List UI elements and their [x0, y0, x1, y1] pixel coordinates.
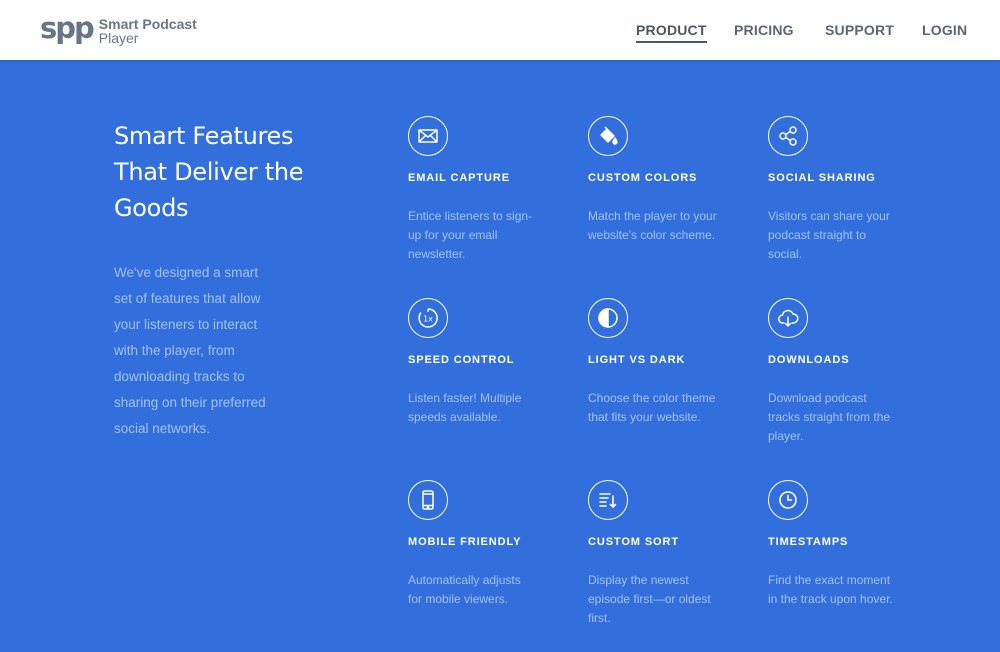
speed-icon: 1x: [408, 298, 448, 338]
logo-line-1: Smart Podcast: [98, 16, 197, 32]
feature-description: Display the newest episode first—or olde…: [588, 573, 711, 625]
section-heading: Smart Features That Deliver the Goods: [114, 122, 304, 222]
intro-section: Smart Features That Deliver the Goods We…: [114, 118, 334, 442]
speed-label: 1x: [423, 315, 433, 324]
nav-login[interactable]: LOGIN: [922, 22, 967, 38]
feature-description: Find the exact moment in the track upon …: [768, 573, 893, 606]
feature-description: Choose the color theme that fits your we…: [588, 391, 716, 424]
paint-bucket-icon: [588, 116, 628, 156]
feature-title: CUSTOM COLORS: [588, 172, 698, 184]
feature-description: Automatically adjusts for mobile viewers…: [408, 573, 521, 606]
feature-description: Match the player to your website's color…: [588, 209, 717, 242]
feature-title: CUSTOM SORT: [588, 536, 679, 548]
nav-support[interactable]: SUPPORT: [825, 22, 894, 38]
logo-line-2: Player: [98, 30, 139, 46]
feature-title: LIGHT VS DARK: [588, 354, 686, 366]
feature-custom-sort: CUSTOM SORT Display the newest episode f…: [588, 480, 758, 628]
contrast-icon: [588, 298, 628, 338]
logo-wordmark: Smart Podcast Player: [99, 17, 197, 45]
sort-icon: [588, 480, 628, 520]
feature-title: SOCIAL SHARING: [768, 172, 876, 184]
logo-mark: spp: [40, 11, 95, 45]
section-description: We've designed a smart set of features t…: [114, 265, 266, 436]
feature-description: Download podcast tracks straight from th…: [768, 391, 891, 443]
feature-description: Listen faster! Multiple speeds available…: [408, 391, 522, 424]
site-header: spp Smart Podcast Player PRODUCT PRICING…: [0, 0, 1000, 60]
nav-product[interactable]: PRODUCT: [636, 22, 707, 43]
feature-light-vs-dark: LIGHT VS DARK Choose the color theme tha…: [588, 298, 758, 427]
feature-title: DOWNLOADS: [768, 354, 850, 366]
share-icon: [768, 116, 808, 156]
feature-social-sharing: SOCIAL SHARING Visitors can share your p…: [768, 116, 938, 264]
feature-downloads: DOWNLOADS Download podcast tracks straig…: [768, 298, 938, 446]
feature-title: TIMESTAMPS: [768, 536, 849, 548]
feature-title: EMAIL CAPTURE: [408, 172, 510, 184]
feature-speed-control: 1x SPEED CONTROL Listen faster! Multiple…: [408, 298, 578, 427]
clock-icon: [768, 480, 808, 520]
brand-logo[interactable]: spp Smart Podcast Player: [40, 11, 197, 46]
feature-description: Visitors can share your podcast straight…: [768, 209, 890, 261]
feature-timestamps: TIMESTAMPS Find the exact moment in the …: [768, 480, 938, 609]
nav-pricing[interactable]: PRICING: [734, 22, 794, 38]
feature-title: MOBILE FRIENDLY: [408, 536, 522, 548]
cloud-download-icon: [768, 298, 808, 338]
envelope-icon: [408, 116, 448, 156]
mobile-icon: [408, 480, 448, 520]
feature-description: Entice listeners to sign-up for your ema…: [408, 209, 533, 261]
feature-mobile-friendly: MOBILE FRIENDLY Automatically adjusts fo…: [408, 480, 578, 609]
feature-custom-colors: CUSTOM COLORS Match the player to your w…: [588, 116, 758, 245]
feature-title: SPEED CONTROL: [408, 354, 515, 366]
feature-email-capture: EMAIL CAPTURE Entice listeners to sign-u…: [408, 116, 578, 264]
